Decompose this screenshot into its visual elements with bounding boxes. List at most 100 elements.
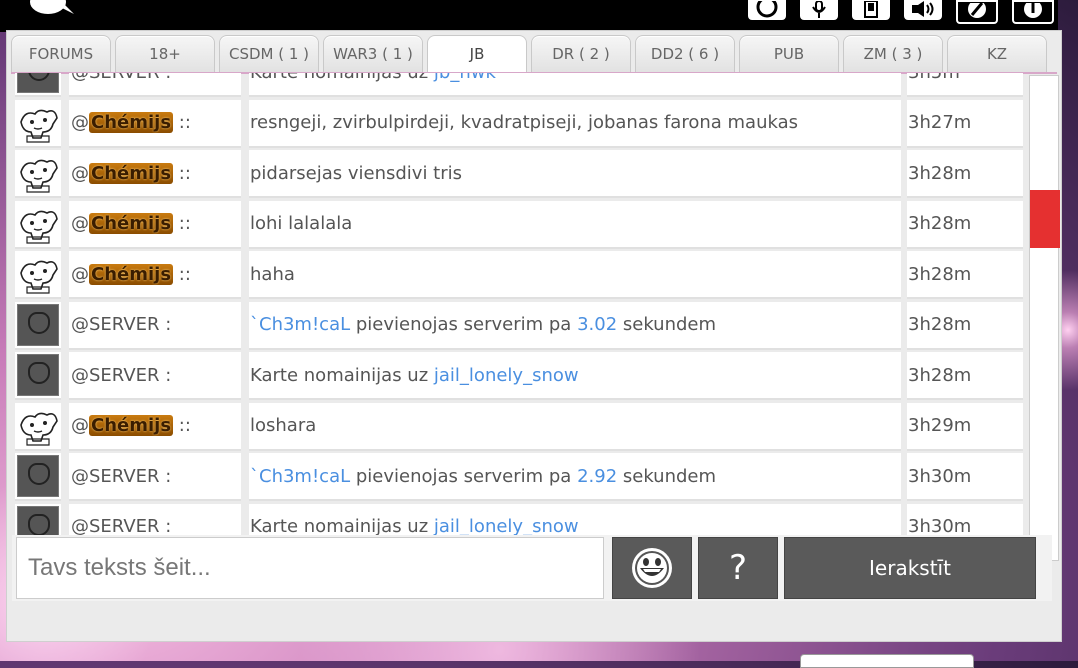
server-avatar[interactable]: [15, 73, 61, 97]
tab-jb[interactable]: JB: [427, 35, 527, 72]
time-text: 3h28m: [908, 162, 972, 184]
message-fragment: Karte nomainijas uz: [250, 516, 434, 537]
message-link[interactable]: `Ch3m!caL: [250, 314, 350, 335]
nick-prefix: @: [71, 263, 89, 285]
nick-prefix: @SERVER :: [71, 364, 172, 386]
message-link[interactable]: 2.92: [577, 466, 617, 487]
server-avatar[interactable]: [15, 453, 61, 501]
message-text: `Ch3m!caL pievienojas serverim pa 3.02 s…: [249, 301, 901, 350]
message-time: 3h29m: [907, 402, 1023, 451]
phone-icon[interactable]: [852, 0, 890, 20]
message-fragment: resngeji, zvirbulpirdeji, kvadratpiseji,…: [250, 112, 798, 133]
server-avatar[interactable]: [15, 352, 61, 400]
message-row: @ Chémijs :: loshara 3h29m: [15, 402, 1025, 451]
message-link[interactable]: 3.02: [577, 314, 617, 335]
message-fragment: haha: [250, 263, 295, 285]
message-text: Karte nomainijas uz jb_nwk: [249, 73, 901, 97]
server-avatar-image: [17, 73, 59, 93]
message-row: @ Chémijs :: lohi lalalala 3h28m: [15, 200, 1025, 249]
message-time: 3h28m: [907, 251, 1023, 299]
tab-dd2-6[interactable]: DD2 ( 6 ): [635, 35, 735, 72]
time-text: 3h27m: [908, 112, 972, 133]
server-avatar[interactable]: [15, 301, 61, 350]
message-row: @SERVER : Karte nomainijas uz jail_lonely…: [15, 352, 1025, 400]
tab-war3-1[interactable]: WAR3 ( 1 ): [323, 35, 423, 72]
message-row: @SERVER : `Ch3m!caL pievienojas serverim …: [15, 301, 1025, 350]
nickname[interactable]: @SERVER :: [69, 73, 241, 97]
tab-pub[interactable]: PUB: [739, 35, 839, 72]
message-time: 3h5m: [907, 73, 1023, 97]
scrollbar-thumb[interactable]: [1030, 190, 1060, 248]
scrollbar[interactable]: [1029, 75, 1060, 561]
message-text: haha: [249, 251, 901, 299]
nickname[interactable]: @SERVER :: [69, 352, 241, 400]
message-link[interactable]: jb_nwk: [434, 73, 496, 83]
message-text: `Ch3m!caL pievienojas serverim pa 2.92 s…: [249, 453, 901, 501]
message-fragment: loshara: [250, 415, 317, 436]
tab-csdm-1[interactable]: CSDM ( 1 ): [219, 35, 319, 72]
message-link[interactable]: `Ch3m!caL: [250, 466, 350, 487]
dog-avatar[interactable]: [15, 99, 61, 148]
message-link[interactable]: jail_lonely_snow: [434, 516, 579, 537]
message-time: 3h27m: [907, 99, 1023, 148]
message-time: 3h28m: [907, 352, 1023, 400]
nick-suffix: ::: [173, 263, 191, 285]
message-row: @ Chémijs :: pidarsejas viensdivi tris 3h28…: [15, 150, 1025, 198]
nick-suffix: ::: [173, 162, 191, 184]
message-time: 3h28m: [907, 150, 1023, 198]
message-link[interactable]: jail_lonely_snow: [434, 365, 579, 386]
channel-tabs: FORUMS 18+ CSDM ( 1 ) WAR3 ( 1 ) JB DR ( 2 ) D…: [11, 35, 1061, 73]
nick-name[interactable]: Chémijs: [89, 263, 174, 285]
message-time: 3h28m: [907, 301, 1023, 350]
time-text: 3h30m: [908, 465, 972, 487]
message-list[interactable]: @SERVER :Karte nomainijas uz jb_nwk3h5m@…: [15, 73, 1025, 558]
nick-name[interactable]: Chémijs: [89, 162, 174, 184]
message-fragment: lohi lalalala: [250, 213, 353, 234]
microphone-icon[interactable]: [800, 0, 838, 20]
info-icon[interactable]: [1012, 0, 1054, 24]
nick-prefix: @: [71, 213, 89, 234]
message-fragment: pievienojas serverim pa: [350, 314, 578, 335]
nickname[interactable]: @SERVER :: [69, 301, 241, 350]
time-text: 3h30m: [908, 516, 972, 537]
dog-avatar[interactable]: [15, 402, 61, 451]
dog-avatar-image: [17, 102, 59, 144]
tab-forums[interactable]: FORUMS: [11, 35, 111, 72]
message-fragment: pievienojas serverim pa: [350, 465, 578, 487]
tab-18+[interactable]: 18+: [115, 35, 215, 72]
volume-icon[interactable]: [904, 0, 942, 20]
composer: Tavs teksts šeit... ? Ierakstīt: [12, 535, 1052, 601]
message-text: Karte nomainijas uz jail_lonely_snow: [249, 352, 901, 400]
server-avatar-image: [17, 455, 59, 497]
nickname[interactable]: @ Chémijs ::: [69, 402, 241, 451]
nickname[interactable]: @ Chémijs ::: [69, 99, 241, 148]
nick-suffix: ::: [173, 415, 191, 436]
send-button[interactable]: Ierakstīt: [784, 537, 1036, 599]
nickname[interactable]: @ Chémijs ::: [69, 200, 241, 249]
nick-name[interactable]: Chémijs: [89, 112, 174, 133]
nickname[interactable]: @ Chémijs ::: [69, 251, 241, 299]
pencil-icon[interactable]: [956, 0, 998, 24]
nick-name[interactable]: Chémijs: [89, 213, 174, 234]
bottom-tab-edge: [800, 654, 974, 668]
chat-bubble-logo-icon: [30, 0, 74, 14]
tab-zm-3[interactable]: ZM ( 3 ): [843, 35, 943, 72]
message-row: @SERVER : `Ch3m!caL pievienojas serverim …: [15, 453, 1025, 501]
tab-dr-2[interactable]: DR ( 2 ): [531, 35, 631, 72]
message-text: loshara: [249, 402, 901, 451]
time-text: 3h29m: [908, 415, 972, 436]
help-button[interactable]: ?: [698, 537, 778, 599]
message-input[interactable]: Tavs teksts šeit...: [16, 537, 604, 599]
nick-name[interactable]: Chémijs: [89, 415, 174, 436]
dog-avatar-image: [17, 203, 59, 245]
nickname[interactable]: @ Chémijs ::: [69, 150, 241, 198]
nick-prefix: @SERVER :: [71, 314, 172, 335]
emoji-button[interactable]: [612, 537, 692, 599]
dog-avatar[interactable]: [15, 150, 61, 198]
nickname[interactable]: @SERVER :: [69, 453, 241, 501]
tab-kz[interactable]: KZ: [947, 35, 1047, 72]
dog-avatar[interactable]: [15, 251, 61, 299]
power-icon[interactable]: [748, 0, 786, 20]
dog-avatar[interactable]: [15, 200, 61, 249]
message-fragment: Karte nomainijas uz: [250, 364, 434, 386]
